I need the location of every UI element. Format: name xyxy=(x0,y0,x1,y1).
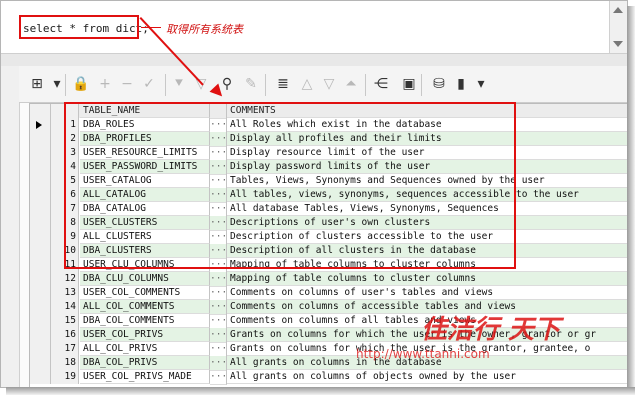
left-gutter xyxy=(1,66,20,387)
scroll-down-icon[interactable] xyxy=(613,41,623,47)
table-row[interactable]: 18 DBA_COL_PRIVS ··· All grants on columns … xyxy=(30,356,627,371)
row-number: 15 xyxy=(51,314,79,328)
eraser-icon[interactable]: ✎ xyxy=(241,74,261,94)
row-indicator[interactable] xyxy=(30,146,51,160)
chart-icon[interactable]: ▮ xyxy=(451,74,471,94)
cell-table-name[interactable]: USER_COL_PRIVS_MADE xyxy=(80,370,210,384)
row-indicator[interactable] xyxy=(30,132,51,146)
cell-table-name[interactable]: DBA_COL_PRIVS xyxy=(80,356,210,370)
cell-table-name[interactable]: DBA_CLU_COLUMNS xyxy=(80,272,210,286)
save-icon[interactable]: ▣ xyxy=(399,74,419,94)
dropdown-icon-2[interactable]: ▾ xyxy=(471,74,491,94)
current-row-icon xyxy=(36,121,42,129)
table-row[interactable]: 13 USER_COL_COMMENTS ··· Comments on column… xyxy=(30,286,627,301)
stack-icon[interactable]: ≣ xyxy=(273,74,293,94)
toolbar-separator xyxy=(421,74,422,96)
toolbar-separator xyxy=(265,74,266,96)
cell-expand-icon[interactable]: ··· xyxy=(210,314,227,329)
row-indicator[interactable] xyxy=(30,202,51,216)
row-indicator[interactable] xyxy=(30,188,51,202)
row-indicator[interactable] xyxy=(30,258,51,272)
cell-table-name[interactable]: ALL_COL_PRIVS xyxy=(80,342,210,356)
row-indicator[interactable] xyxy=(30,314,51,328)
cell-expand-icon[interactable]: ··· xyxy=(210,286,227,301)
row-indicator[interactable] xyxy=(30,300,51,314)
pane-splitter[interactable] xyxy=(1,53,627,67)
row-indicator[interactable] xyxy=(30,342,51,356)
frame-shadow-right xyxy=(627,6,635,392)
row-indicator[interactable] xyxy=(30,174,51,188)
cell-expand-icon[interactable]: ··· xyxy=(210,300,227,315)
sql-highlight-box xyxy=(19,15,139,39)
cell-table-name[interactable]: ALL_COL_COMMENTS xyxy=(80,300,210,314)
editor-scrollbar[interactable] xyxy=(609,1,627,53)
table-row[interactable]: 12 DBA_CLU_COLUMNS ··· Mapping of table col… xyxy=(30,272,627,287)
tree-icon[interactable]: ⋲ xyxy=(371,74,391,94)
add-record-icon[interactable]: + xyxy=(95,74,115,94)
cell-expand-icon[interactable]: ··· xyxy=(210,342,227,357)
delete-record-icon[interactable]: − xyxy=(117,74,137,94)
row-indicator[interactable] xyxy=(30,118,51,132)
cell-expand-icon[interactable]: ··· xyxy=(210,356,227,371)
grid-toolbar: ⊞▾🔒+−✓⯆▽⚲✎≣△▽⏶⋲▣⛁▮▾ xyxy=(19,66,627,103)
row-number: 14 xyxy=(51,300,79,314)
cell-table-name[interactable]: USER_COL_COMMENTS xyxy=(80,286,210,300)
last-icon[interactable]: ⏶ xyxy=(341,74,361,94)
post-record-icon[interactable]: ✓ xyxy=(139,74,159,94)
row-indicator[interactable] xyxy=(30,356,51,370)
watermark-url: http://www.ttanni.com xyxy=(356,347,490,361)
screenshot-frame: select * from dict; 取得所有系统表 ⊞▾🔒+−✓⯆▽⚲✎≣△… xyxy=(0,0,628,388)
cell-table-name[interactable]: DBA_COL_COMMENTS xyxy=(80,314,210,328)
filter-down-icon[interactable]: ⯆ xyxy=(169,74,189,94)
row-indicator[interactable] xyxy=(30,216,51,230)
dropdown-icon[interactable]: ▾ xyxy=(47,74,67,94)
row-indicator[interactable] xyxy=(30,230,51,244)
previous-icon[interactable]: △ xyxy=(297,74,317,94)
row-number: 19 xyxy=(51,370,79,384)
cell-comments[interactable]: All grants on columns of objects owned b… xyxy=(227,370,627,384)
row-indicator[interactable] xyxy=(30,244,51,258)
cell-expand-icon[interactable]: ··· xyxy=(210,370,227,385)
export-icon[interactable]: ⛁ xyxy=(429,74,449,94)
toolbar-separator xyxy=(365,74,366,96)
table-row[interactable]: 19 USER_COL_PRIVS_MADE ··· All grants on co… xyxy=(30,370,627,385)
cell-expand-icon[interactable]: ··· xyxy=(210,328,227,343)
row-number: 13 xyxy=(51,286,79,300)
lock-icon[interactable]: 🔒 xyxy=(71,74,91,94)
row-indicator[interactable] xyxy=(30,286,51,300)
scroll-up-icon[interactable] xyxy=(613,7,623,13)
row-number: 18 xyxy=(51,356,79,370)
sql-editor[interactable]: select * from dict; 取得所有系统表 xyxy=(1,1,609,53)
watermark-text: 佳洁行 天下 xyxy=(421,315,561,345)
row-indicator[interactable] xyxy=(30,160,51,174)
row-number: 17 xyxy=(51,342,79,356)
toolbar-separator xyxy=(165,74,166,96)
grid-view-icon[interactable]: ⊞ xyxy=(27,74,47,94)
next-icon[interactable]: ▽ xyxy=(319,74,339,94)
row-number: 16 xyxy=(51,328,79,342)
row-indicator[interactable] xyxy=(30,370,51,384)
row-number: 12 xyxy=(51,272,79,286)
cell-comments[interactable]: Mapping of table columns to cluster colu… xyxy=(227,272,627,286)
cell-expand-icon[interactable]: ··· xyxy=(210,272,227,287)
header-indicator-cell xyxy=(30,104,51,118)
cell-table-name[interactable]: USER_COL_PRIVS xyxy=(80,328,210,342)
sql-annotation: 取得所有系统表 xyxy=(166,23,243,36)
frame-shadow-bottom xyxy=(6,387,635,395)
grid-highlight-box xyxy=(64,102,516,269)
row-indicator[interactable] xyxy=(30,272,51,286)
cell-comments[interactable]: Comments on columns of user's tables and… xyxy=(227,286,627,300)
row-indicator[interactable] xyxy=(30,328,51,342)
